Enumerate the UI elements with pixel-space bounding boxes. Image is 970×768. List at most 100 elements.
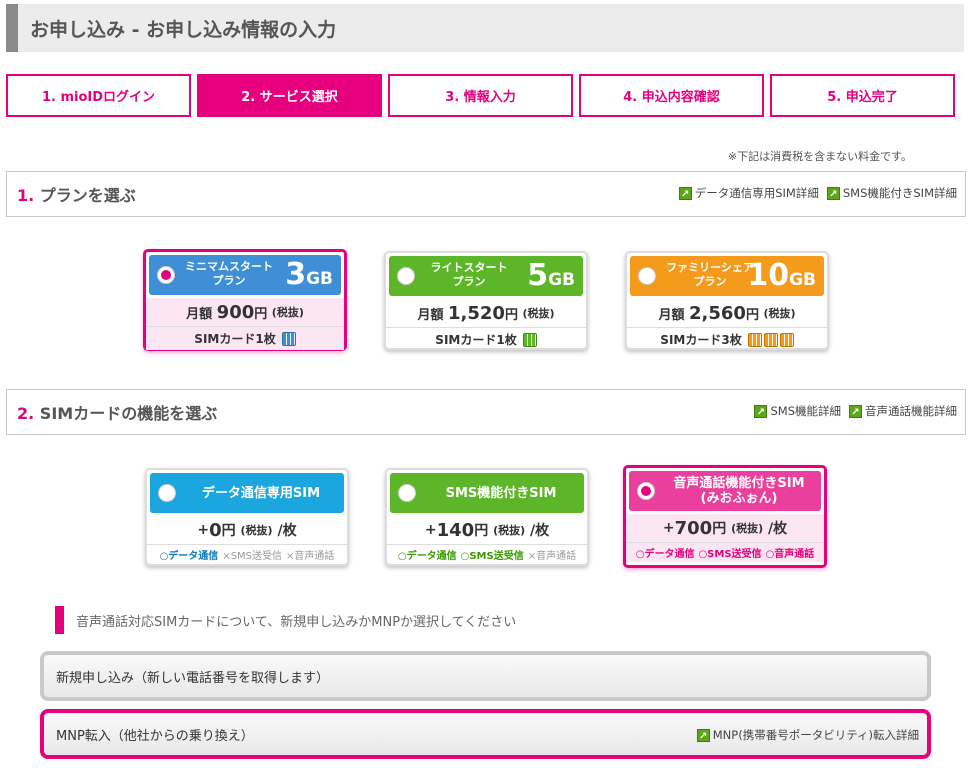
option-label: MNP転入（他社からの乗り換え） [56,728,254,744]
step-label: 5. 申込完了 [827,90,898,105]
plan-name: ファミリーシェア プラン [662,261,758,289]
sim-card-header: データ通信専用SIM [150,473,344,513]
price-number: 700 [674,517,713,539]
plan-price: 月額 900 円 (税抜) [146,298,344,326]
price-unit: 円 [745,307,759,323]
price-suffix: /枚 [277,523,297,539]
sim-card-icon [779,332,794,347]
step-label: 3. 情報入力 [445,90,516,105]
step-label: 2. サービス選択 [241,90,338,105]
link-text: SMS機能詳細 [770,404,841,418]
sim-card-icon [747,332,762,347]
sms-sim-detail-link[interactable]: ↗ SMS機能付きSIM詳細 [826,185,957,201]
plan-name-line2: プラン [212,274,246,287]
external-arrow-icon: ↗ [696,728,710,742]
plan-name-line1: ライトスタート [430,261,508,274]
feature-sms: ○SMS送受信 [698,549,762,560]
mnp-notice: 音声通話対応SIMカードについて、新規申し込みかMNPか選択してください [55,606,516,634]
data-sim-detail-link[interactable]: ↗ データ通信専用SIM詳細 [678,185,819,201]
price-tax: (税抜) [763,307,796,320]
sim-type-name: 音声通話機能付きSIM (みおふぉん) [663,471,815,511]
feature-voice: ○音声通話 [765,549,815,560]
section-title: 1. プランを選ぶ [17,182,136,206]
section-title: 2. SIMカードの機能を選ぶ [17,400,217,424]
mnp-transfer-option[interactable]: MNP転入（他社からの乗り換え） ↗ MNP(携帯番号ポータビリティ)転入詳細 [40,709,931,759]
plan-name-line2: プラン [693,275,727,288]
section-number: 2. [17,404,35,423]
plan-size-unit: GB [789,270,816,290]
price-tax: (税抜) [493,524,526,537]
sim-radio[interactable] [637,482,655,500]
sim-type-name: データ通信専用SIM [184,473,338,513]
sim-name-line2: (みおふぉん) [700,491,778,506]
plan-size-number: 10 [747,258,790,293]
sim-card-icon [281,331,296,346]
link-text: MNP(携帯番号ポータビリティ)転入詳細 [712,728,919,742]
step-label: 1. mioIDログイン [41,90,156,105]
plan-size-unit: GB [306,269,333,289]
price-prefix: + [197,522,210,538]
price-number: 1,520 [448,302,505,324]
plan-name: ミニマムスタート プラン [181,260,277,288]
page-title: お申し込み - お申し込み情報の入力 [6,4,964,52]
sim-count-row: SIMカード1枚 [146,326,344,350]
price-unit: 円 [474,523,489,539]
sim-type-name: SMS機能付きSIM [424,473,578,513]
price-unit: 円 [504,307,518,323]
plan-name: ライトスタート プラン [421,261,517,289]
tax-note: ※下記は消費税を含まない料金です。 [727,150,912,163]
price-prefix: 月額 [417,307,444,323]
price-number: 0 [209,519,222,541]
voice-function-detail-link[interactable]: ↗ 音声通話機能詳細 [849,403,957,419]
sim-card-header: 音声通話機能付きSIM (みおふぉん) [629,471,821,511]
plan-radio[interactable] [638,267,656,285]
plan-card-header: ミニマムスタート プラン 3GB [149,255,341,295]
price-number: 900 [216,301,255,323]
feature-sms: ○SMS送受信 [460,551,524,562]
external-arrow-icon: ↗ [754,404,768,418]
plan-size: 3GB [285,258,333,296]
notice-text: 音声通話対応SIMカードについて、新規申し込みかMNPか選択してください [76,614,517,630]
plan-name-line2: プラン [452,275,486,288]
plan-name-line1: ミニマムスタート [185,260,273,273]
sim-radio[interactable] [158,484,176,502]
plan-radio[interactable] [157,266,175,284]
sim-name-line1: データ通信専用SIM [201,485,321,501]
link-text: SMS機能付きSIM詳細 [842,186,957,200]
progress-steps: 1. mioIDログイン 2. サービス選択 3. 情報入力 4. 申込内容確認… [6,74,956,117]
sim-card-sms[interactable]: SMS機能付きSIM +140 円 (税抜) /枚 ○データ通信 ○SMS送受信 … [385,468,589,566]
plan-radio[interactable] [397,267,415,285]
link-text: 音声通話機能詳細 [865,404,957,418]
section-title-text: プランを選ぶ [39,186,136,205]
sim-count-label: SIMカード1枚 [435,333,517,347]
plan-size-unit: GB [548,270,575,290]
plan-card-header: ライトスタート プラン 5GB [389,256,583,296]
price-suffix: /枚 [530,523,550,539]
sim-card-data-only[interactable]: データ通信専用SIM +0 円 (税抜) /枚 ○データ通信 ×SMS送受信 ×音… [145,468,349,566]
sim-card-voice[interactable]: 音声通話機能付きSIM (みおふぉん) +700 円 (税抜) /枚 ○データ通信 … [623,465,827,568]
plan-size: 10GB [747,259,816,297]
external-arrow-icon: ↗ [678,186,692,200]
sms-function-detail-link[interactable]: ↗ SMS機能詳細 [754,403,841,419]
sim-radio[interactable] [398,484,416,502]
plan-card-header: ファミリーシェア プラン 10GB [630,256,824,296]
price-prefix: 月額 [658,307,685,323]
plan-card-minimum[interactable]: ミニマムスタート プラン 3GB 月額 900 円 (税抜) SIMカード1枚 [143,249,347,351]
mnp-detail-link[interactable]: ↗ MNP(携帯番号ポータビリティ)転入詳細 [696,727,919,743]
plan-card-light[interactable]: ライトスタート プラン 5GB 月額 1,520 円 (税抜) SIMカード1枚 [384,251,588,350]
plan-section-header: 1. プランを選ぶ ↗ データ通信専用SIM詳細 ↗ SMS機能付きSIM詳細 [6,171,966,217]
plan-card-family[interactable]: ファミリーシェア プラン 10GB 月額 2,560 円 (税抜) SIMカード3枚 [625,251,829,350]
plan-size-number: 3 [285,257,307,292]
new-number-option[interactable]: 新規申し込み（新しい電話番号を取得します） [40,651,931,701]
sim-card-icon [763,332,778,347]
step-1: 1. mioIDログイン [6,74,191,117]
feature-sms: ×SMS送受信 [222,551,283,562]
step-2-active: 2. サービス選択 [197,74,382,117]
feature-list: ○データ通信 ×SMS送受信 ×音声通話 [147,544,347,564]
sim-price: +0 円 (税抜) /枚 [147,516,347,544]
price-unit: 円 [254,306,268,322]
price-suffix: /枚 [768,521,788,537]
sim-price: +140 円 (税抜) /枚 [387,516,587,544]
option-label: 新規申し込み（新しい電話番号を取得します） [56,670,330,686]
feature-list: ○データ通信 ○SMS送受信 ×音声通話 [387,544,587,564]
